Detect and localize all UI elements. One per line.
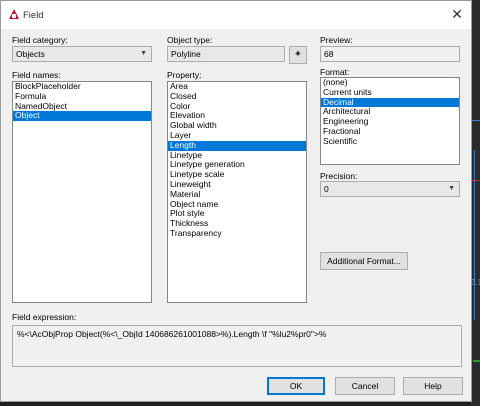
field-category-label: Field category:: [12, 35, 68, 45]
precision-label: Precision:: [320, 171, 358, 181]
property-list[interactable]: Area Closed Color Elevation Global width Laye…: [167, 81, 307, 303]
close-icon[interactable]: ✕: [449, 6, 465, 22]
chevron-down-icon: ▼: [448, 185, 455, 192]
drawing-dimension-text: 3.1: [471, 278, 480, 287]
window-title: Field: [23, 10, 44, 21]
field-expression-value: %<\AcObjProp Object(%<\_ObjId 1406862610…: [17, 329, 327, 339]
drawing-line: [474, 150, 475, 320]
autocad-logo-icon-inner: [12, 14, 16, 18]
field-names-label: Field names:: [12, 70, 61, 80]
object-type-value: Polyline: [171, 49, 201, 59]
drawing-line: [472, 180, 480, 181]
title-bar: Field ✕: [1, 1, 471, 29]
object-type-field[interactable]: Polyline: [167, 46, 285, 62]
cancel-button[interactable]: Cancel: [335, 377, 395, 395]
object-type-label: Object type:: [167, 35, 213, 45]
field-expression-box[interactable]: %<\AcObjProp Object(%<\_ObjId 1406862610…: [12, 325, 462, 367]
field-expression-label: Field expression:: [12, 312, 77, 322]
drawing-line: [473, 360, 480, 362]
format-list[interactable]: (none) Current units Decimal Architectural E…: [320, 77, 460, 165]
list-item[interactable]: Object: [13, 111, 151, 122]
list-item[interactable]: Scientific: [321, 136, 459, 147]
list-item[interactable]: Transparency: [168, 228, 306, 239]
property-label: Property:: [167, 70, 202, 80]
format-label: Format:: [320, 67, 350, 77]
preview-field: 68: [320, 46, 460, 62]
ok-button[interactable]: OK: [267, 377, 325, 395]
additional-format-button[interactable]: Additional Format...: [320, 252, 408, 270]
precision-select[interactable]: 0 ▼: [320, 181, 460, 197]
help-button[interactable]: Help: [403, 377, 463, 395]
field-category-select[interactable]: Objects ▼: [12, 46, 152, 62]
field-dialog: Field ✕ Field category: Objects ▼ Field …: [0, 0, 472, 402]
precision-value: 0: [324, 184, 329, 194]
crosshair-icon: ✦: [293, 49, 303, 60]
field-names-list[interactable]: BlockPlaceholder Formula NamedObject Object: [12, 81, 152, 303]
chevron-down-icon: ▼: [140, 50, 147, 57]
preview-label: Preview:: [320, 35, 353, 45]
select-object-button[interactable]: ✦: [289, 46, 307, 64]
field-category-value: Objects: [16, 49, 45, 59]
preview-value: 68: [324, 49, 334, 59]
